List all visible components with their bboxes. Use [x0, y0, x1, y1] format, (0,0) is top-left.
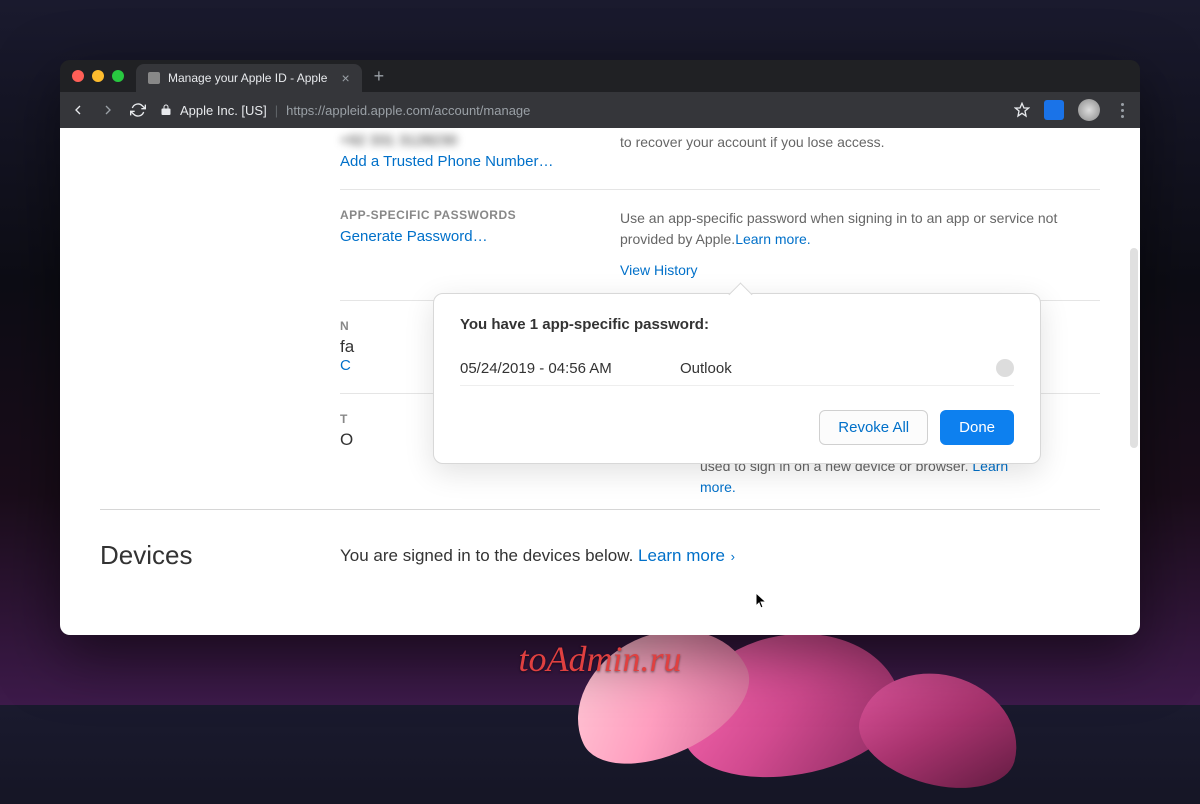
- extension-icon[interactable]: [1044, 100, 1064, 120]
- app-passwords-row: APP-SPECIFIC PASSWORDS Generate Password…: [340, 189, 1100, 300]
- address-bar[interactable]: Apple Inc. [US] | https://appleid.apple.…: [160, 103, 1000, 118]
- add-trusted-phone-link[interactable]: Add a Trusted Phone Number…: [340, 153, 600, 170]
- bookmark-star-icon[interactable]: [1014, 102, 1030, 118]
- password-row: 05/24/2019 - 04:56 AM Outlook: [460, 351, 1014, 386]
- browser-toolbar: Apple Inc. [US] | https://appleid.apple.…: [60, 92, 1140, 128]
- address-organization: Apple Inc. [US]: [180, 103, 267, 118]
- devices-learn-more[interactable]: Learn more ›: [638, 546, 735, 565]
- devices-heading: Devices: [100, 540, 340, 571]
- browser-window: Manage your Apple ID - Apple × + Apple I…: [60, 60, 1140, 635]
- revoke-all-button[interactable]: Revoke All: [819, 410, 928, 445]
- lock-icon: [160, 104, 172, 116]
- app-passwords-learn-more[interactable]: Learn more.: [735, 231, 810, 247]
- popover-title: You have 1 app-specific password:: [460, 316, 1014, 333]
- window-controls: [72, 70, 124, 82]
- password-name: Outlook: [680, 360, 996, 377]
- view-history-link[interactable]: View History: [620, 260, 1100, 281]
- trusted-phone-row: +92 331 3128230 Add a Trusted Phone Numb…: [340, 128, 1100, 189]
- devices-section: Devices You are signed in to the devices…: [100, 510, 1100, 601]
- mouse-cursor-icon: [756, 593, 768, 609]
- back-button[interactable]: [70, 102, 86, 118]
- forward-button[interactable]: [100, 102, 116, 118]
- watermark: toAdmin.ru: [518, 638, 681, 680]
- address-url: https://appleid.apple.com/account/manage: [286, 103, 530, 118]
- password-date: 05/24/2019 - 04:56 AM: [460, 360, 680, 377]
- browser-tab[interactable]: Manage your Apple ID - Apple ×: [136, 64, 362, 92]
- maximize-window-button[interactable]: [112, 70, 124, 82]
- chevron-right-icon: ›: [727, 549, 735, 564]
- tab-close-button[interactable]: ×: [341, 70, 349, 86]
- delete-password-icon[interactable]: [996, 359, 1014, 377]
- titlebar: Manage your Apple ID - Apple × +: [60, 60, 1140, 92]
- profile-avatar[interactable]: [1078, 99, 1100, 121]
- app-passwords-desc: Use an app-specific password when signin…: [620, 210, 1057, 247]
- tab-title: Manage your Apple ID - Apple: [168, 71, 327, 85]
- devices-desc: You are signed in to the devices below.: [340, 546, 638, 565]
- minimize-window-button[interactable]: [92, 70, 104, 82]
- reload-button[interactable]: [130, 102, 146, 118]
- password-history-popover: You have 1 app-specific password: 05/24/…: [433, 293, 1041, 464]
- new-tab-button[interactable]: +: [374, 66, 385, 87]
- kebab-menu-icon[interactable]: [1114, 102, 1130, 118]
- close-window-button[interactable]: [72, 70, 84, 82]
- done-button[interactable]: Done: [940, 410, 1014, 445]
- app-passwords-label: APP-SPECIFIC PASSWORDS: [340, 208, 600, 222]
- trusted-phone-desc: to recover your account if you lose acce…: [620, 132, 1100, 170]
- page-viewport: +92 331 3128230 Add a Trusted Phone Numb…: [60, 128, 1140, 635]
- address-separator: |: [275, 103, 278, 118]
- tab-favicon: [148, 72, 160, 84]
- scrollbar[interactable]: [1130, 248, 1138, 448]
- trusted-phone-number: +92 331 3128230: [340, 132, 600, 149]
- generate-password-link[interactable]: Generate Password…: [340, 228, 600, 245]
